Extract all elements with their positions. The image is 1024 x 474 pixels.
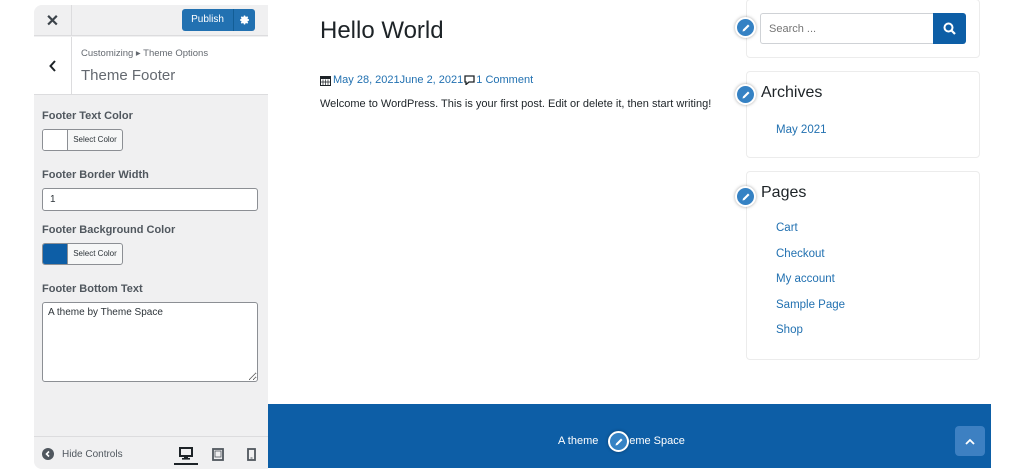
mobile-icon <box>246 447 256 461</box>
page-item[interactable]: Sample Page <box>776 299 845 325</box>
pages-list: Cart Checkout My account Sample Page Sho… <box>776 222 845 350</box>
customizer-header: ✕ Publish <box>34 5 268 36</box>
pencil-icon <box>742 91 749 98</box>
desktop-icon <box>179 446 193 460</box>
pencil-icon <box>742 193 749 200</box>
customizer-sidebar: ✕ Publish Customizing ▸ Theme Options Th… <box>34 5 268 469</box>
footer-text-start: A theme <box>558 435 599 447</box>
close-icon: ✕ <box>45 12 60 30</box>
back-button[interactable] <box>34 37 72 95</box>
archives-title: Archives <box>761 84 823 101</box>
calendar-icon <box>320 75 331 86</box>
search-icon <box>943 22 956 35</box>
search-button[interactable] <box>933 13 966 44</box>
post-updated-date-link[interactable]: June 2, 2021 <box>400 74 464 86</box>
post-body: Welcome to WordPress. This is your first… <box>320 98 712 110</box>
publish-settings-button[interactable] <box>234 9 255 31</box>
close-customizer-button[interactable]: ✕ <box>34 5 72 36</box>
select-color-label: Select Color <box>73 249 117 258</box>
post-meta: May 28, 2021 June 2, 2021 1 Comment <box>320 74 533 86</box>
footer-text-color-label: Footer Text Color <box>42 110 133 122</box>
publish-label[interactable]: Publish <box>182 9 234 31</box>
footer-text-color-swatch <box>43 130 68 150</box>
breadcrumb: Customizing ▸ Theme Options <box>81 48 209 59</box>
page-item[interactable]: Shop <box>776 324 845 350</box>
page-item[interactable]: Cart <box>776 222 845 248</box>
customizer-footer: Hide Controls <box>34 436 268 469</box>
section-header: Customizing ▸ Theme Options Theme Footer <box>34 37 268 95</box>
archives-list: May 2021 <box>776 124 827 150</box>
mobile-preview-button[interactable] <box>239 443 263 465</box>
site-footer: A theme Theme Space <box>268 404 991 468</box>
tablet-icon <box>212 447 224 461</box>
pencil-icon <box>615 438 622 445</box>
footer-border-width-input[interactable] <box>42 188 258 211</box>
select-color-label: Select Color <box>73 135 117 144</box>
tablet-preview-button[interactable] <box>206 443 230 465</box>
chevron-left-icon <box>48 60 56 72</box>
search-widget <box>746 0 980 58</box>
hide-controls-label: Hide Controls <box>62 448 123 460</box>
gear-icon <box>239 15 249 25</box>
post-title[interactable]: Hello World <box>320 17 444 45</box>
pages-widget: Pages Cart Checkout My account Sample Pa… <box>746 171 980 360</box>
footer-background-color-swatch <box>43 244 68 264</box>
pencil-icon <box>742 24 749 31</box>
collapse-arrow-icon <box>42 448 54 460</box>
footer-text-color-button[interactable]: Select Color <box>42 129 123 151</box>
footer-bottom-text-label: Footer Bottom Text <box>42 283 143 295</box>
footer-bottom-text-textarea[interactable]: A theme by Theme Space <box>42 302 258 382</box>
search-edit-shortcut[interactable] <box>735 17 756 38</box>
footer-background-color-label: Footer Background Color <box>42 224 176 236</box>
site-preview: Hello World May 28, 2021 June 2, 2021 1 … <box>268 0 991 474</box>
pages-title: Pages <box>761 184 807 201</box>
comment-icon <box>464 75 475 85</box>
section-title: Theme Footer <box>81 67 176 84</box>
footer-border-width-label: Footer Border Width <box>42 169 149 181</box>
archive-item[interactable]: May 2021 <box>776 124 827 150</box>
pages-edit-shortcut[interactable] <box>735 186 756 207</box>
page-item[interactable]: Checkout <box>776 248 845 274</box>
footer-background-color-button[interactable]: Select Color <box>42 243 123 265</box>
comments-link[interactable]: 1 Comment <box>476 74 533 86</box>
archives-widget: Archives May 2021 <box>746 71 980 158</box>
publish-button[interactable]: Publish <box>182 9 255 31</box>
desktop-preview-button[interactable] <box>174 443 198 465</box>
page-item[interactable]: My account <box>776 273 845 299</box>
search-input[interactable] <box>760 13 934 44</box>
archives-edit-shortcut[interactable] <box>735 84 756 105</box>
scroll-to-top-button[interactable] <box>955 426 985 456</box>
hide-controls-button[interactable]: Hide Controls <box>42 445 123 463</box>
post-date-link[interactable]: May 28, 2021 <box>333 74 400 86</box>
footer-edit-shortcut[interactable] <box>608 431 629 452</box>
chevron-up-icon <box>965 438 975 445</box>
